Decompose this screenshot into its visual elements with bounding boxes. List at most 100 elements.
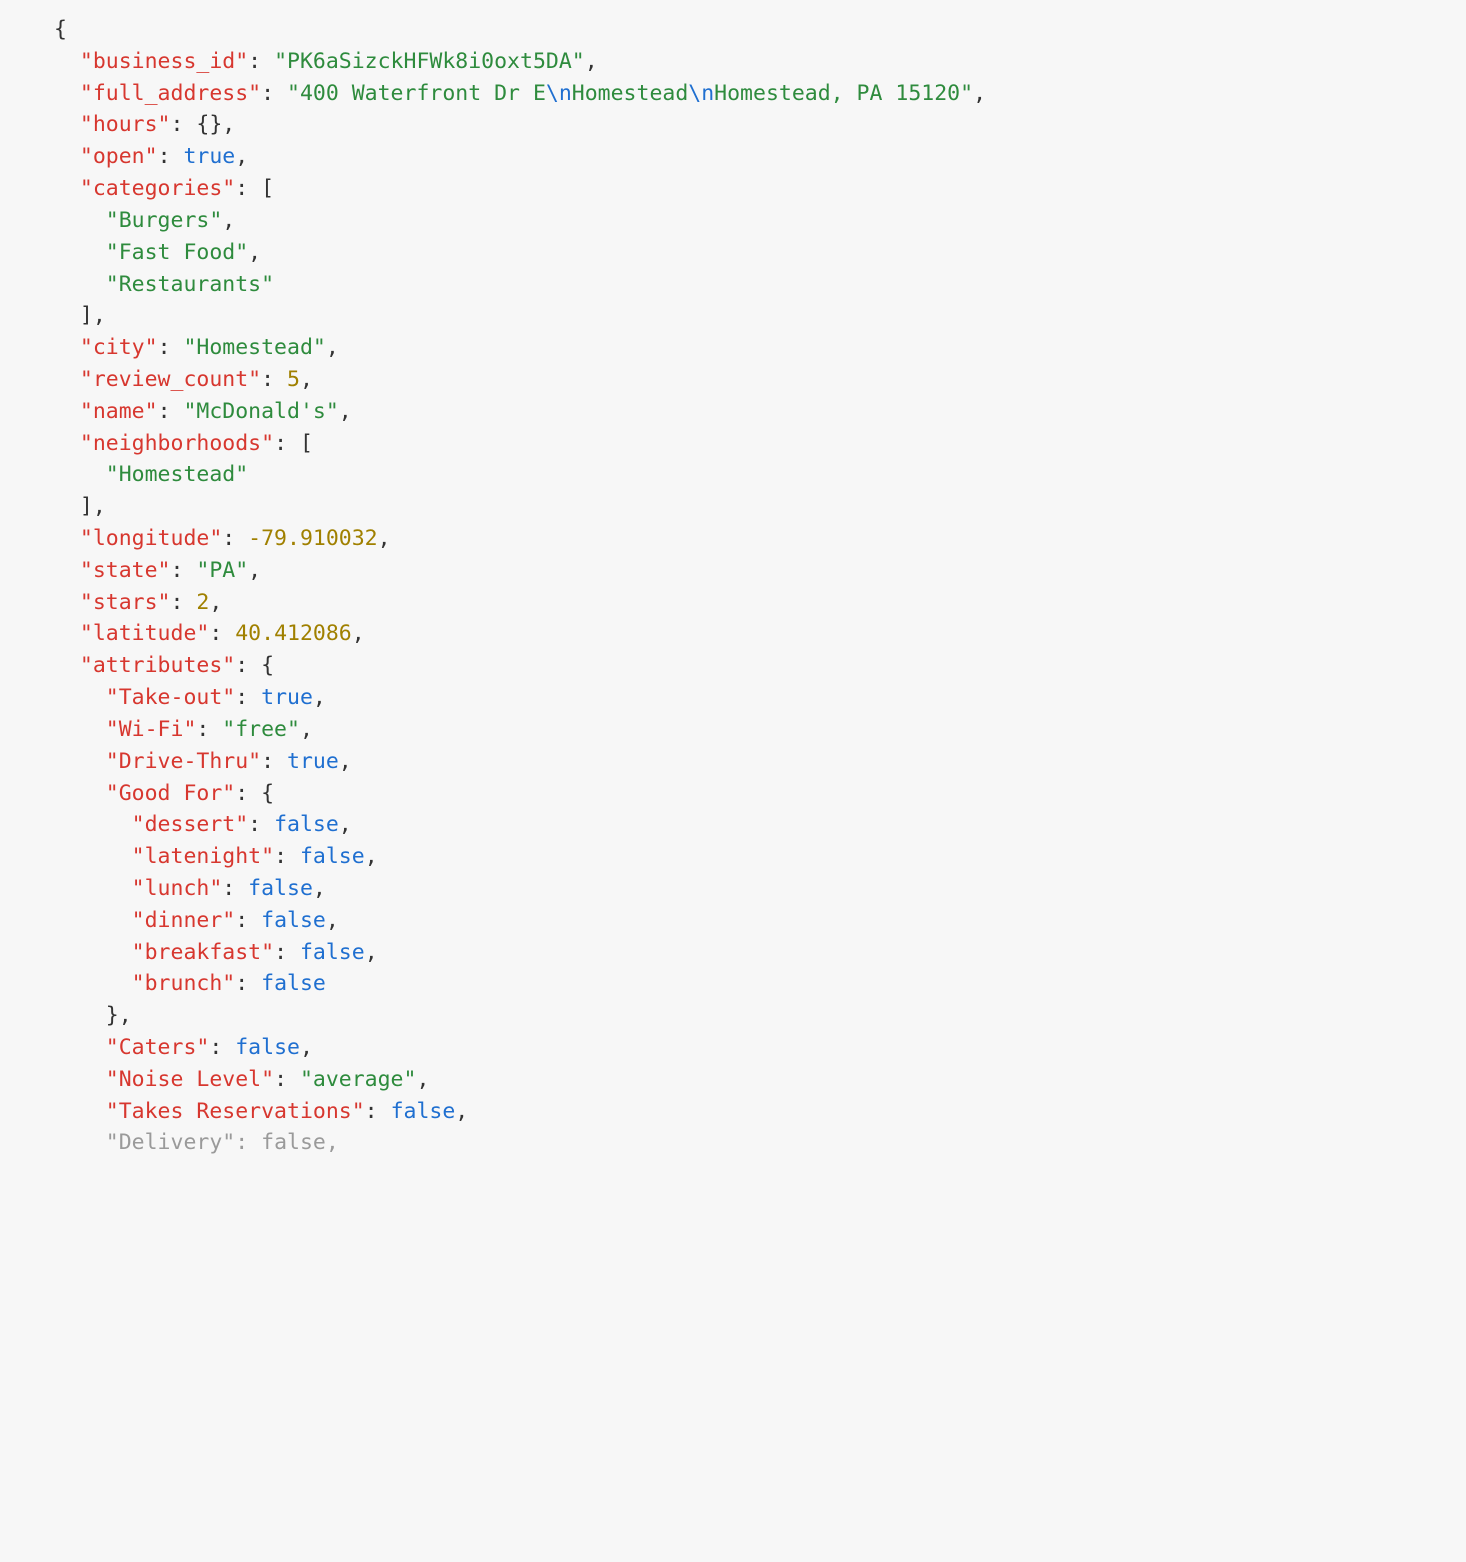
code-token: :: [261, 367, 287, 392]
code-token: "Homestead": [106, 462, 248, 487]
code-token: :: [248, 49, 274, 74]
code-token: ,: [248, 558, 261, 583]
code-token: ,: [93, 494, 106, 519]
code-token: false: [261, 1130, 326, 1155]
code-token: Homestead, PA 15120": [714, 81, 973, 106]
code-token: "Delivery": [106, 1130, 235, 1155]
code-token: "Drive-Thru": [106, 749, 261, 774]
code-token: ,: [248, 240, 261, 265]
code-token: ,: [93, 303, 106, 328]
code-token: :: [222, 526, 248, 551]
code-token: :: [274, 940, 300, 965]
code-token: false: [261, 908, 326, 933]
code-token: "state": [80, 558, 171, 583]
code-token: "longitude": [80, 526, 222, 551]
code-token: :: [261, 749, 287, 774]
code-token: "free": [222, 717, 300, 742]
code-token: "categories": [80, 176, 235, 201]
code-token: ,: [339, 812, 352, 837]
code-token: "open": [80, 144, 158, 169]
code-token: :: [158, 399, 184, 424]
code-token: ,: [455, 1099, 468, 1124]
code-token: ,: [300, 367, 313, 392]
code-token: :: [235, 685, 261, 710]
code-token: "dinner": [132, 908, 236, 933]
code-token: true: [287, 749, 339, 774]
code-token: ,: [326, 335, 339, 360]
code-token: ]: [80, 303, 93, 328]
code-token: ,: [973, 81, 986, 106]
code-token: ,: [365, 940, 378, 965]
code-token: "Noise Level": [106, 1067, 274, 1092]
code-token: 2: [196, 590, 209, 615]
code-token: "Burgers": [106, 208, 223, 233]
code-token: false: [235, 1035, 300, 1060]
code-token: false: [391, 1099, 456, 1124]
code-token: :: [235, 1130, 261, 1155]
code-token: :: [196, 717, 222, 742]
code-token: ,: [339, 399, 352, 424]
code-token: :: [235, 781, 261, 806]
code-token: "Caters": [106, 1035, 210, 1060]
code-token: :: [248, 812, 274, 837]
code-token: "PA": [196, 558, 248, 583]
code-token: "Take-out": [106, 685, 235, 710]
code-token: [: [261, 176, 274, 201]
code-token: ,: [119, 1003, 132, 1028]
code-token: "Fast Food": [106, 240, 248, 265]
code-token: ,: [222, 112, 235, 137]
code-token: ,: [313, 876, 326, 901]
code-token: "attributes": [80, 653, 235, 678]
code-token: :: [171, 558, 197, 583]
code-token: ,: [378, 526, 391, 551]
code-token: "latitude": [80, 621, 209, 646]
code-token: "McDonald's": [183, 399, 338, 424]
code-token: "latenight": [132, 844, 274, 869]
code-token: ]: [80, 494, 93, 519]
code-token: "Restaurants": [106, 272, 274, 297]
code-token: [: [300, 431, 313, 456]
code-token: {: [54, 17, 67, 42]
code-token: :: [261, 81, 287, 106]
code-token: "neighborhoods": [80, 431, 274, 456]
code-token: ,: [235, 144, 248, 169]
json-code-block: { "business_id": "PK6aSizckHFWk8i0oxt5DA…: [0, 0, 1466, 1159]
code-token: "Good For": [106, 781, 235, 806]
code-token: ,: [326, 908, 339, 933]
code-token: ,: [209, 590, 222, 615]
code-token: "hours": [80, 112, 171, 137]
code-token: "400 Waterfront Dr E: [287, 81, 546, 106]
code-token: "business_id": [80, 49, 248, 74]
code-token: "Wi-Fi": [106, 717, 197, 742]
code-token: :: [235, 176, 261, 201]
code-token: Homestead: [572, 81, 689, 106]
code-token: "stars": [80, 590, 171, 615]
code-token: {: [261, 653, 274, 678]
code-token: :: [365, 1099, 391, 1124]
code-token: "dessert": [132, 812, 249, 837]
code-token: "lunch": [132, 876, 223, 901]
code-token: :: [235, 653, 261, 678]
code-token: :: [158, 144, 184, 169]
code-token: :: [171, 590, 197, 615]
code-token: false: [300, 844, 365, 869]
code-token: 40.412086: [235, 621, 352, 646]
code-token: :: [158, 335, 184, 360]
code-token: ,: [339, 749, 352, 774]
code-token: }: [106, 1003, 119, 1028]
code-token: :: [209, 1035, 235, 1060]
code-token: {}: [196, 112, 222, 137]
code-token: "PK6aSizckHFWk8i0oxt5DA": [274, 49, 585, 74]
code-token: :: [235, 908, 261, 933]
code-token: :: [171, 112, 197, 137]
code-token: ,: [300, 1035, 313, 1060]
code-token: :: [274, 431, 300, 456]
code-token: "breakfast": [132, 940, 274, 965]
code-token: "full_address": [80, 81, 261, 106]
code-token: ,: [326, 1130, 339, 1155]
code-token: :: [274, 1067, 300, 1092]
code-token: :: [274, 844, 300, 869]
code-token: ,: [352, 621, 365, 646]
code-token: true: [183, 144, 235, 169]
code-token: ,: [313, 685, 326, 710]
